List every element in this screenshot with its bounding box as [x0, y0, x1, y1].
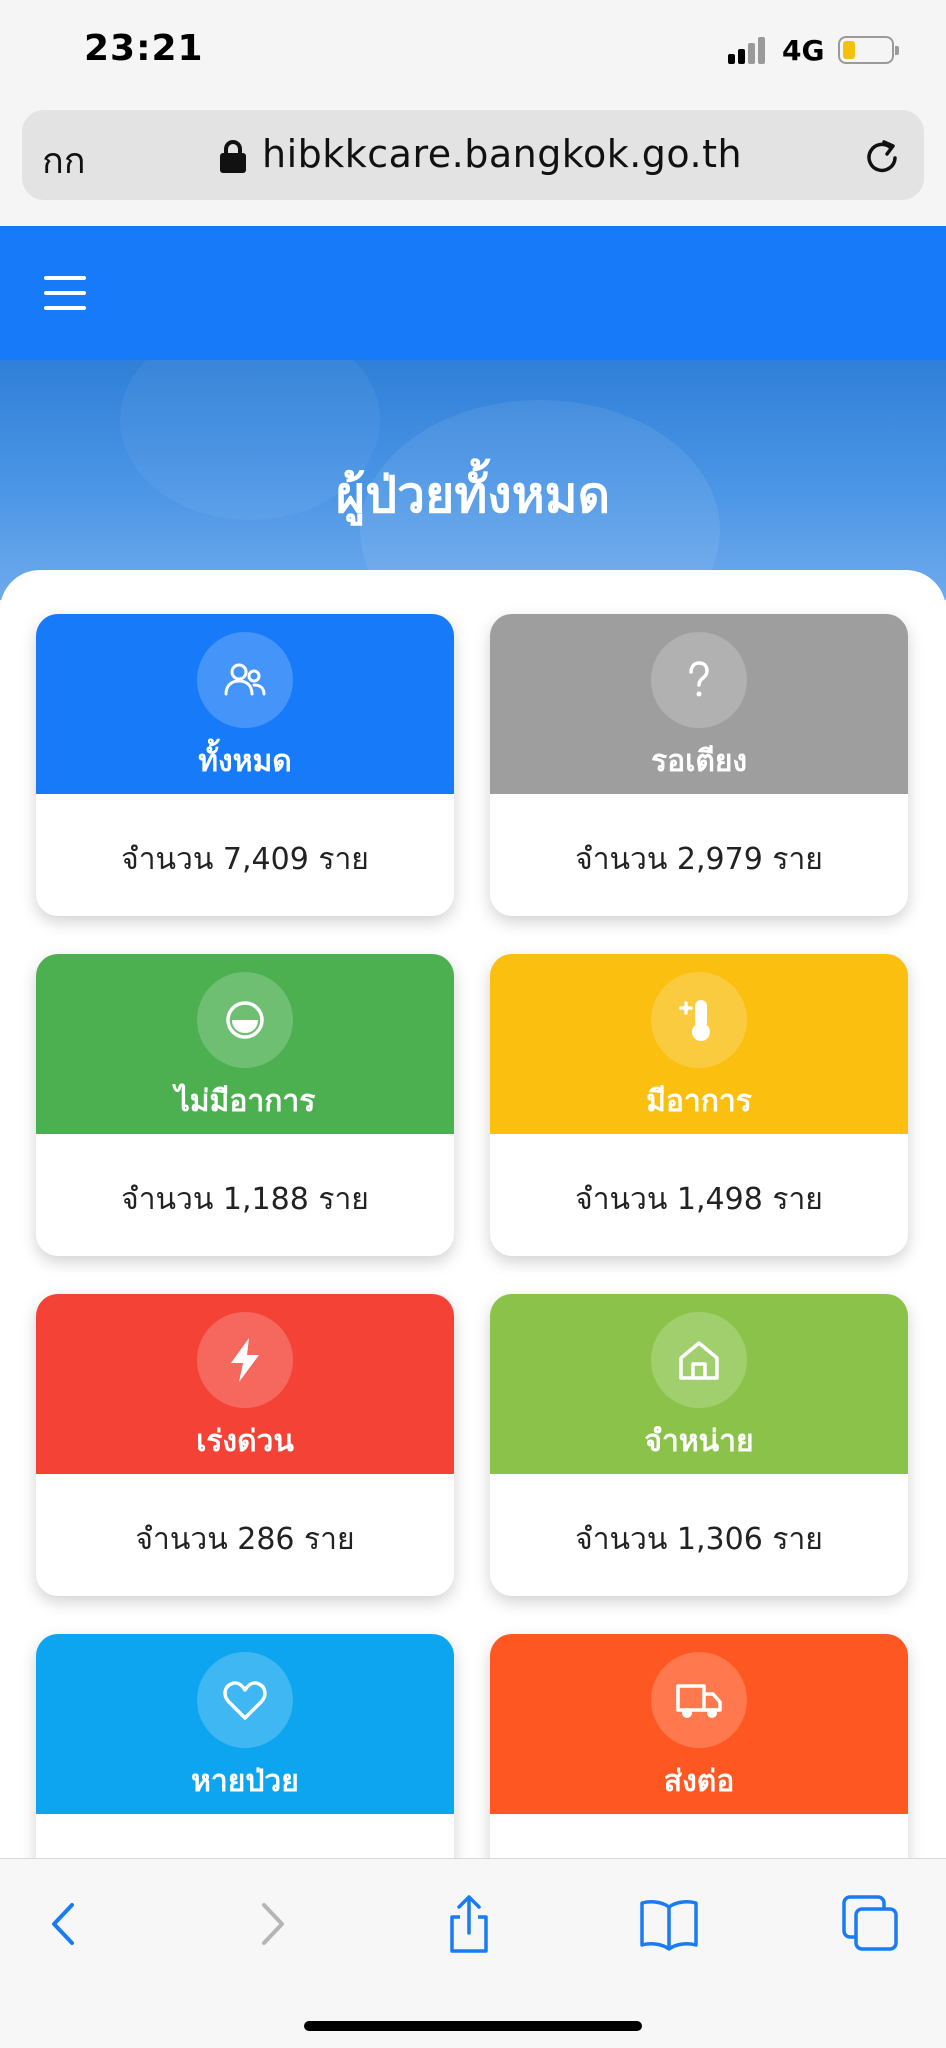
status-bar: 23:21 4G — [0, 0, 946, 100]
card-header: เร่งด่วน — [36, 1294, 454, 1474]
card-header: หายป่วย — [36, 1634, 454, 1814]
address-bar[interactable]: กก hibkkcare.bangkok.go.th — [22, 110, 924, 200]
card-label: รอเตียง — [650, 744, 748, 779]
card-label: หายป่วย — [191, 1764, 299, 1799]
browser-toolbar — [0, 1858, 946, 2048]
text-size-button[interactable]: กก — [42, 132, 86, 189]
card-label: จำหน่าย — [644, 1424, 754, 1459]
card-count: จำนวน 1,306 ราย — [575, 1522, 823, 1557]
question-icon — [651, 632, 747, 728]
status-card[interactable]: มีอาการจำนวน 1,498 ราย — [490, 954, 908, 1256]
card-header: ไม่มีอาการ — [36, 954, 454, 1134]
card-header: มีอาการ — [490, 954, 908, 1134]
status-card[interactable]: เร่งด่วนจำนวน 286 ราย — [36, 1294, 454, 1596]
thermometer-icon — [651, 972, 747, 1068]
status-time: 23:21 — [84, 28, 204, 69]
menu-icon[interactable] — [44, 276, 86, 310]
people-icon — [197, 632, 293, 728]
card-header: จำหน่าย — [490, 1294, 908, 1474]
home-icon — [651, 1312, 747, 1408]
reload-icon[interactable] — [860, 134, 904, 178]
card-header: ทั้งหมด — [36, 614, 454, 794]
app-header — [0, 226, 946, 360]
card-label: ไม่มีอาการ — [174, 1084, 316, 1119]
card-label: มีอาการ — [646, 1084, 752, 1119]
status-card[interactable]: ไม่มีอาการจำนวน 1,188 ราย — [36, 954, 454, 1256]
page-title: ผู้ป่วยทั้งหมด — [335, 466, 611, 524]
home-indicator — [304, 2021, 642, 2031]
hero-banner: ผู้ป่วยทั้งหมด — [0, 360, 946, 600]
share-icon[interactable] — [434, 1889, 504, 1959]
url-text[interactable]: hibkkcare.bangkok.go.th — [262, 132, 742, 176]
card-header: รอเตียง — [490, 614, 908, 794]
signal-icon — [728, 36, 770, 64]
card-count: จำนวน 1,498 ราย — [575, 1182, 823, 1217]
back-icon[interactable] — [30, 1889, 100, 1959]
card-label: เร่งด่วน — [196, 1424, 294, 1459]
lightning-icon — [197, 1312, 293, 1408]
status-card[interactable]: รอเตียงจำนวน 2,979 ราย — [490, 614, 908, 916]
battery-icon — [838, 36, 899, 64]
network-type: 4G — [782, 34, 825, 67]
forward-icon[interactable] — [236, 1889, 306, 1959]
browser-screen: 23:21 4G กก hibkkcare.bangkok.go.th ผู้ป… — [0, 0, 946, 2048]
card-label: ทั้งหมด — [198, 744, 292, 779]
heart-icon — [197, 1652, 293, 1748]
lock-icon — [220, 140, 246, 174]
card-count: จำนวน 2,979 ราย — [575, 842, 823, 877]
card-header: ส่งต่อ — [490, 1634, 908, 1814]
status-card[interactable]: จำหน่ายจำนวน 1,306 ราย — [490, 1294, 908, 1596]
bookmarks-icon[interactable] — [634, 1889, 704, 1959]
truck-icon — [651, 1652, 747, 1748]
card-count: จำนวน 7,409 ราย — [121, 842, 369, 877]
tabs-icon[interactable] — [836, 1889, 906, 1959]
card-count: จำนวน 1,188 ราย — [121, 1182, 369, 1217]
card-label: ส่งต่อ — [663, 1764, 735, 1799]
card-count: จำนวน 286 ราย — [135, 1522, 355, 1557]
smile-icon — [197, 972, 293, 1068]
status-card[interactable]: ทั้งหมดจำนวน 7,409 ราย — [36, 614, 454, 916]
